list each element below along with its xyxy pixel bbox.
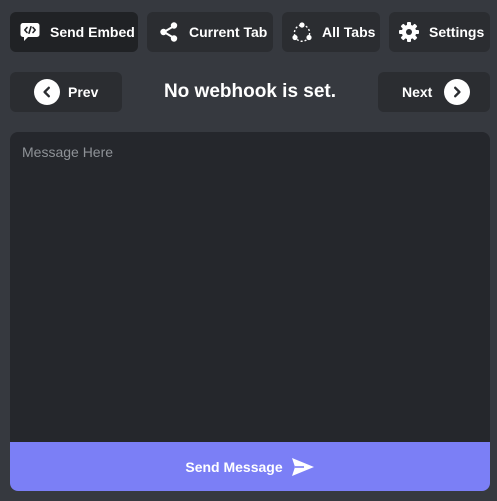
nodes-icon — [291, 21, 313, 43]
send-message-button[interactable]: Send Message — [10, 442, 490, 491]
settings-button[interactable]: Settings — [389, 12, 490, 52]
send-embed-button[interactable]: Send Embed — [10, 12, 138, 52]
settings-label: Settings — [429, 24, 485, 40]
chevron-left-icon — [34, 79, 60, 105]
popup-window: Send Embed Current Tab All Tabs Settings… — [0, 0, 497, 501]
send-arrow-icon — [291, 457, 315, 477]
all-tabs-button[interactable]: All Tabs — [282, 12, 380, 52]
next-label: Next — [402, 84, 433, 100]
prev-label: Prev — [68, 84, 99, 100]
webhook-navigation: Prev No webhook is set. Next — [10, 72, 490, 112]
prev-button[interactable]: Prev — [10, 72, 122, 112]
webhook-status: No webhook is set. — [163, 81, 337, 102]
send-message-label: Send Message — [185, 458, 283, 475]
next-button[interactable]: Next — [378, 72, 490, 112]
message-input[interactable] — [10, 132, 490, 442]
share-icon — [158, 21, 180, 43]
chevron-right-icon — [444, 79, 471, 105]
gear-icon — [398, 21, 420, 43]
message-composer: Send Message — [10, 132, 490, 491]
current-tab-button[interactable]: Current Tab — [147, 12, 273, 52]
all-tabs-label: All Tabs — [322, 24, 376, 40]
top-toolbar: Send Embed Current Tab All Tabs Settings — [10, 12, 490, 52]
current-tab-label: Current Tab — [189, 24, 268, 40]
send-embed-label: Send Embed — [50, 24, 135, 40]
code-chat-icon — [19, 21, 41, 43]
